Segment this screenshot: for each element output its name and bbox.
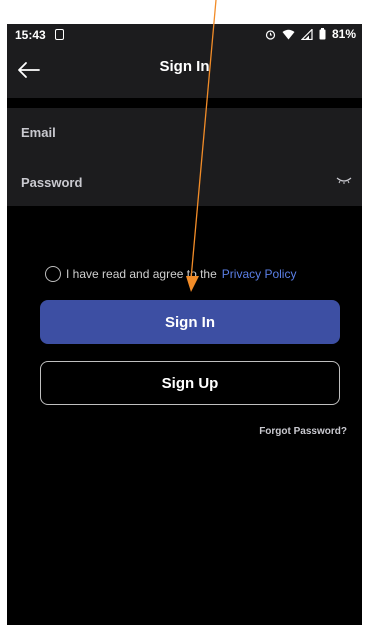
battery-percent: 81% <box>331 27 356 41</box>
password-field[interactable] <box>21 158 321 206</box>
agree-text: I have read and agree to the <box>66 267 217 281</box>
sign-up-button[interactable]: Sign Up <box>40 361 340 405</box>
status-time: 15:43 <box>15 28 46 42</box>
forgot-password-link[interactable]: Forgot Password? <box>259 426 347 437</box>
email-field[interactable] <box>21 108 321 156</box>
app-header: Sign In <box>7 46 362 98</box>
privacy-agreement: I have read and agree to the Privacy Pol… <box>45 264 296 284</box>
battery-icon <box>319 28 326 40</box>
eye-closed-icon[interactable] <box>336 174 352 186</box>
email-field-row <box>7 108 362 156</box>
alarm-icon <box>265 29 276 40</box>
page-title: Sign In <box>159 58 210 75</box>
login-form <box>7 108 362 206</box>
sign-in-button[interactable]: Sign In <box>40 300 340 344</box>
status-bar: 15:43 81% <box>7 24 362 46</box>
privacy-policy-link[interactable]: Privacy Policy <box>222 267 297 281</box>
agree-radio[interactable] <box>45 266 61 282</box>
status-icons: 81% <box>265 27 356 41</box>
password-field-row <box>7 158 362 206</box>
signal-icon <box>300 28 313 40</box>
wifi-icon <box>282 29 295 39</box>
phone-screen: 15:43 81% Sign In Email I have read and … <box>7 24 362 625</box>
notification-icon <box>55 29 64 40</box>
